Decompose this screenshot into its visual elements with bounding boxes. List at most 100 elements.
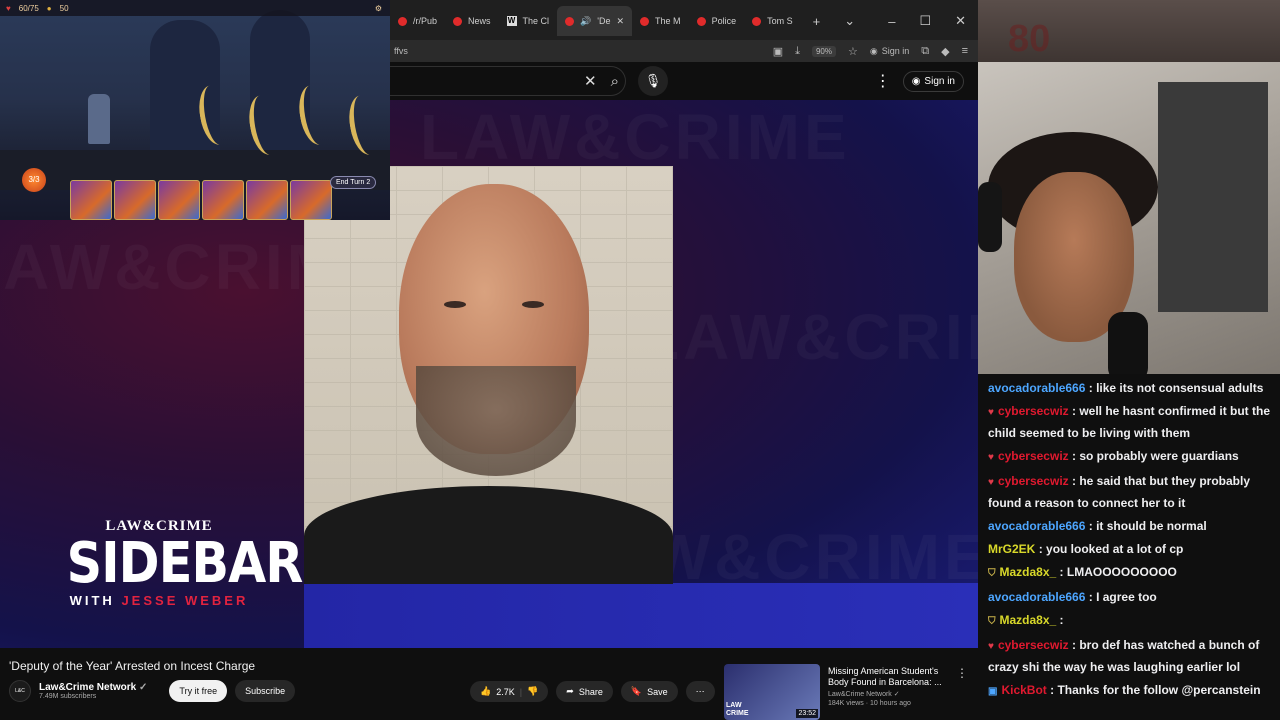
chat-message: ♥ cybersecwiz : well he hasnt confirmed i… [988, 401, 1272, 443]
card [246, 180, 288, 220]
video-title: 'Deputy of the Year' Arrested on Incest … [9, 659, 256, 673]
chat-text: : I agree too [1088, 590, 1157, 604]
browser-tab-bar: /r/Pub News W The Cl 🔊 'De ✕ The M Police T… [390, 0, 978, 42]
tab-youtube-active[interactable]: 🔊 'De ✕ [557, 6, 633, 36]
save-button[interactable]: 🔖 Save [620, 681, 678, 702]
youtube-header: ✕ ⌕ 🎙 ⋮ ◉ Sign in [390, 62, 978, 100]
chat-message: ▣ KickBot : Thanks for the follow @percan… [988, 680, 1272, 702]
youtube-icon [696, 16, 706, 26]
recommended-thumbnail[interactable]: LAW CRIME 23:52 [724, 664, 820, 720]
tab-wikipedia[interactable]: W The Cl [499, 6, 558, 36]
card [290, 180, 332, 220]
screenshot-icon[interactable]: ▣ [773, 45, 783, 58]
energy-orb: 3/3 [22, 168, 46, 192]
chat-username[interactable]: avocadorable666 [988, 590, 1085, 604]
card [114, 180, 156, 220]
chat-username[interactable]: cybersecwiz [998, 449, 1069, 463]
recommended-video[interactable]: LAW CRIME 23:52 Missing American Student'… [724, 664, 978, 720]
chat-username[interactable]: cybersecwiz [998, 638, 1069, 652]
like-count: 2.7K [496, 686, 515, 697]
more-vert-icon[interactable]: ⋮ [956, 666, 968, 680]
extensions-icon[interactable]: ⧉ [921, 45, 929, 58]
channel-avatar[interactable]: L&C [9, 680, 31, 702]
live-chat: avocadorable666 : like its not consensua… [978, 374, 1280, 720]
microphone-icon[interactable]: 🎙 [638, 66, 668, 96]
chat-username[interactable]: avocadorable666 [988, 381, 1085, 395]
card [202, 180, 244, 220]
more-actions-button[interactable]: ⋯ [685, 681, 715, 702]
new-tab-icon[interactable]: + [801, 14, 833, 29]
like-button[interactable]: 👍 2.7K | 👎 [470, 681, 549, 702]
coin-icon: ● [46, 3, 52, 13]
address-bar[interactable]: ffvs ▣ ⤓ 90% ☆ ◉ Sign in ⧉ ◆ ≡ [390, 40, 978, 62]
game-hud: ♥ 60/75 ● 50 ⚙ [0, 0, 390, 16]
heart-badge-icon: ♥ [988, 452, 994, 463]
chat-username[interactable]: Mazda8x_ [1000, 613, 1057, 627]
tab-label: The Cl [522, 16, 550, 26]
mugshot-image [304, 166, 673, 584]
try-free-button[interactable]: Try it free [169, 680, 228, 702]
window-close-icon[interactable]: ✕ [943, 13, 978, 29]
zoom-indicator[interactable]: 90% [811, 45, 836, 57]
chat-username[interactable]: Mazda8x_ [1000, 565, 1057, 579]
end-turn-button: End Turn 2 [330, 176, 377, 189]
youtube-signin-button[interactable]: ◉ Sign in [902, 70, 964, 92]
youtube-signin-label: Sign in [924, 75, 955, 87]
channel-name[interactable]: Law&Crime Network ✓ [39, 682, 147, 693]
wall-number-decor: 80 [1008, 18, 1051, 60]
chat-message: ⛉ Mazda8x_ : LMAOOOOOOOOO [988, 562, 1272, 584]
shield-extension-icon[interactable]: ◆ [941, 45, 949, 58]
chat-username[interactable]: cybersecwiz [998, 474, 1069, 488]
menu-icon[interactable]: ≡ [962, 45, 968, 57]
share-button[interactable]: ➦ Share [556, 681, 613, 702]
youtube-icon [752, 16, 762, 26]
tab-youtube-3[interactable]: Police [689, 6, 745, 36]
more-vert-icon[interactable]: ⋮ [875, 71, 891, 91]
recommended-title[interactable]: Missing American Student's Body Found in… [828, 666, 948, 688]
shield-badge-icon: ⛉ [988, 568, 996, 579]
chat-message: ⛉ Mazda8x_ : [988, 610, 1272, 632]
tab-youtube-2[interactable]: The M [632, 6, 689, 36]
thumbnail-brand: LAW CRIME [726, 702, 749, 717]
subscribe-button[interactable]: Subscribe [235, 680, 296, 702]
card [70, 180, 112, 220]
chat-text: : [1059, 613, 1064, 627]
chat-username[interactable]: MrG2EK [988, 542, 1035, 556]
youtube-icon [640, 16, 650, 26]
more-horiz-icon: ⋯ [695, 686, 705, 696]
search-icon[interactable]: ⌕ [611, 73, 619, 90]
wikipedia-icon: W [506, 16, 517, 26]
chat-username[interactable]: avocadorable666 [988, 519, 1085, 533]
close-icon[interactable]: ✕ [617, 16, 625, 27]
tab-reddit[interactable]: /r/Pub [390, 6, 445, 36]
news-icon [453, 16, 463, 26]
browser-signin-button[interactable]: ◉ Sign in [870, 46, 909, 57]
clear-search-icon[interactable]: ✕ [584, 72, 597, 90]
maximize-icon[interactable]: ☐ [907, 13, 943, 29]
hp-text: 60/75 [18, 3, 39, 13]
minimize-icon[interactable]: – [876, 14, 907, 29]
tab-news[interactable]: News [445, 6, 499, 36]
chat-text: : Thanks for the follow @percanstein [1050, 683, 1261, 697]
chat-message: avocadorable666 : I agree too [988, 587, 1272, 607]
video-actions: 👍 2.7K | 👎 ➦ Share 🔖 Save ⋯ [470, 681, 715, 702]
tab-label: Tom S [767, 16, 793, 26]
chat-username[interactable]: cybersecwiz [998, 404, 1069, 418]
download-icon[interactable]: ⤓ [795, 45, 800, 58]
heart-badge-icon: ♥ [988, 407, 994, 418]
reddit-icon [398, 16, 407, 26]
youtube-icon [565, 16, 575, 26]
lower-third-bar [304, 583, 978, 648]
chat-text: : like its not consensual adults [1088, 381, 1264, 395]
tab-youtube-4[interactable]: Tom S [744, 6, 801, 36]
chat-message: ♥ cybersecwiz : so probably were guardian… [988, 446, 1272, 468]
chat-text: : you looked at a lot of cp [1038, 542, 1184, 556]
star-icon[interactable]: ☆ [848, 45, 858, 58]
url-text: ffvs [394, 46, 408, 56]
search-box[interactable]: ✕ ⌕ [390, 66, 626, 96]
bot-badge-icon: ▣ [988, 686, 998, 697]
thumbs-down-icon[interactable]: 👎 [527, 686, 538, 697]
channel-row: L&C Law&Crime Network ✓ 7.49M subscriber… [9, 680, 296, 702]
chevron-down-icon[interactable]: ⌄ [832, 13, 867, 29]
chat-username[interactable]: KickBot [1001, 683, 1046, 697]
